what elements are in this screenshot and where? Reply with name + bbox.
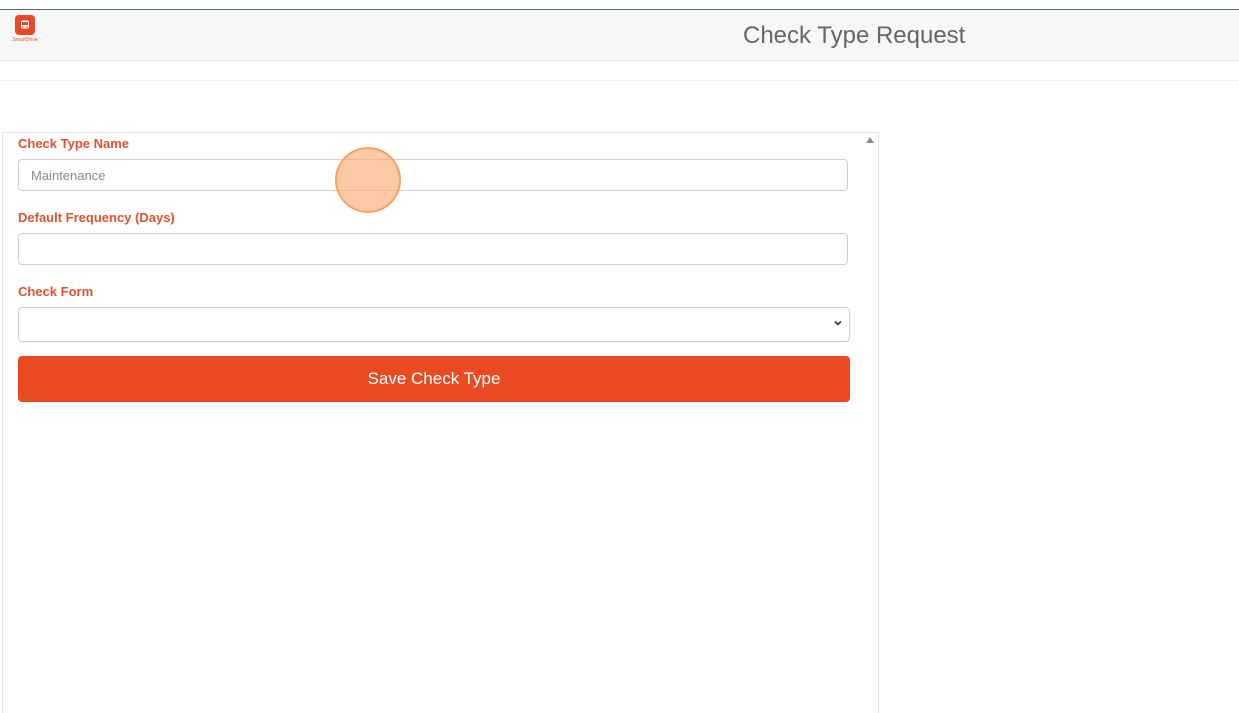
default-frequency-input[interactable] — [18, 233, 848, 265]
scroll-up-arrow-icon[interactable] — [866, 137, 874, 143]
form-panel: Check Type Name Default Frequency (Days)… — [2, 132, 879, 713]
save-check-type-button[interactable]: Save Check Type — [18, 356, 850, 402]
app-header: SmartDrive Check Type Request — [0, 10, 1239, 61]
check-form-label: Check Form — [18, 284, 94, 299]
scrollbar[interactable] — [864, 133, 878, 713]
top-border — [0, 0, 1239, 10]
click-indicator — [335, 147, 401, 213]
bus-icon — [15, 15, 35, 35]
check-form-select[interactable] — [18, 307, 850, 342]
toolbar-strip — [0, 61, 1239, 81]
logo-text: SmartDrive — [12, 37, 38, 43]
check-type-name-label: Check Type Name — [18, 136, 130, 151]
app-logo: SmartDrive — [12, 15, 42, 53]
check-type-name-input[interactable] — [18, 159, 848, 191]
default-frequency-label: Default Frequency (Days) — [18, 210, 175, 225]
page-title: Check Type Request — [743, 22, 966, 49]
chevron-down-icon — [834, 320, 842, 326]
